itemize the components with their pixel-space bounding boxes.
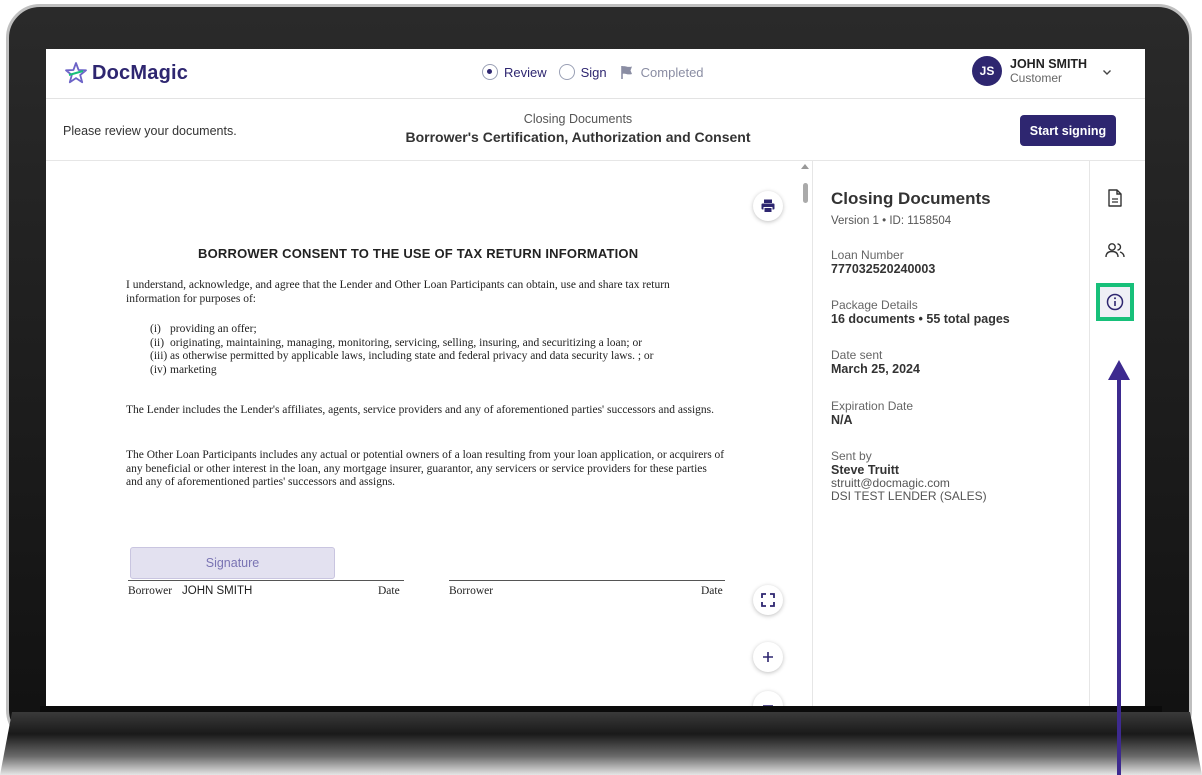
user-info: JOHN SMITH Customer [1010,57,1087,85]
date-sent-value: March 25, 2024 [831,362,920,376]
user-role: Customer [1010,71,1063,85]
signature-line [449,580,725,581]
flag-icon [620,66,632,79]
panel-title: Closing Documents [831,189,991,208]
lender-paragraph: The Lender includes the Lender's affilia… [126,404,714,416]
step-label: Sign [580,64,607,80]
sent-by-label: Sent by [831,449,872,463]
expiration-label: Expiration Date [831,399,914,413]
date-sent-label: Date sent [831,348,883,362]
star-icon [65,62,87,84]
progress-steps: Review Sign Completed [482,64,716,80]
borrower-label: Borrower [449,585,494,597]
borrower-name: JOHN SMITH [182,585,253,597]
print-button[interactable] [753,191,783,221]
borrower-label: Borrower [128,585,173,597]
list-item: (iii) as otherwise permitted by applicabl… [150,350,653,364]
laptop-base [0,712,1202,775]
date-label: Date [701,585,723,597]
zoom-out-button[interactable] [753,691,783,706]
documents-tab[interactable] [1100,183,1130,213]
document-heading: Closing Documents Borrower's Certificati… [376,112,780,145]
plus-icon [763,652,773,662]
purpose-list: (i) providing an offer; (ii) originating, … [150,323,653,377]
sender-org: DSI TEST LENDER (SALES) [831,489,987,503]
participants-paragraph: The Other Loan Participants includes any… [126,449,725,488]
document-icon [1108,189,1122,207]
document-scrollbar[interactable] [800,161,812,706]
brand-name: DocMagic [92,61,189,84]
list-text: providing an offer; [170,323,257,335]
loan-number-value: 777032520240003 [831,262,936,276]
list-text: marketing [170,363,217,376]
document-category: Closing Documents [523,112,633,126]
step-review[interactable]: Review [482,64,547,80]
version-id: Version 1 • ID: 1158504 [831,215,952,227]
list-item: (ii) originating, maintaining, managing, … [150,337,653,351]
document-viewer[interactable]: BORROWER CONSENT TO THE USE OF TAX RETUR… [46,161,800,706]
sent-by-block: Sent by Steve Truitt struitt@docmagic.co… [831,450,987,503]
package-details-label: Package Details [831,298,918,312]
fullscreen-icon [761,593,775,607]
chevron-down-icon[interactable] [1101,66,1113,78]
callout-arrow [1117,375,1121,775]
signature-field[interactable]: Signature [130,547,335,579]
scroll-up-icon[interactable] [801,164,809,169]
print-icon [761,199,775,213]
step-sign[interactable]: Sign [558,64,607,80]
expiration-value: N/A [831,413,853,427]
document-header: Please review your documents. Closing Do… [46,99,1145,161]
user-name: JOHN SMITH [1010,57,1088,71]
date-label: Date [378,585,400,597]
avatar: JS [972,56,1002,86]
package-details-panel: Closing Documents Version 1 • ID: 115850… [812,161,1089,706]
users-icon [1105,243,1125,258]
radio-active-icon [482,64,498,80]
document-page-heading: BORROWER CONSENT TO THE USE OF TAX RETUR… [198,246,639,261]
fullscreen-button[interactable] [753,585,783,615]
package-details-value: 16 documents • 55 total pages [831,312,1010,326]
info-icon [1106,293,1124,311]
package-details-block: Package Details 16 documents • 55 total … [831,298,1010,327]
zoom-in-button[interactable] [753,642,783,672]
radio-icon [558,64,575,80]
step-label: Review [504,64,547,80]
top-nav: DocMagic Review Sign Completed JS JOHN S… [46,49,1145,99]
loan-number-label: Loan Number [831,248,904,262]
sender-name: Steve Truitt [831,463,900,477]
expiration-block: Expiration Date N/A [831,399,914,428]
step-label: Completed [640,64,704,80]
loan-number-block: Loan Number 777032520240003 [831,248,936,277]
list-item: (i) providing an offer; [150,323,653,337]
brand-logo[interactable]: DocMagic [64,61,188,85]
start-signing-button[interactable]: Start signing [1020,115,1116,146]
step-completed[interactable]: Completed [619,64,704,80]
list-number: (iv) [150,363,167,376]
list-text: as otherwise permitted by applicable law… [170,350,654,362]
user-menu[interactable]: JS JOHN SMITH Customer [972,56,1087,86]
list-number: (ii) [150,336,165,349]
list-number: (i) [150,323,161,335]
scroll-thumb[interactable] [803,183,808,203]
instruction-text: Please review your documents. [63,124,237,138]
list-number: (iii) [150,350,168,362]
list-item: (iv) marketing [150,364,653,378]
app-screen: DocMagic Review Sign Completed JS JOHN S… [46,49,1145,706]
minus-icon [763,705,773,706]
list-text: originating, maintaining, managing, moni… [170,336,643,349]
participants-tab[interactable] [1100,235,1130,265]
info-tab[interactable] [1096,283,1134,321]
document-title: Borrower's Certification, Authorization … [405,129,751,145]
intro-paragraph: I understand, acknowledge, and agree tha… [126,279,670,305]
date-sent-block: Date sent March 25, 2024 [831,348,920,377]
signature-line [128,580,404,581]
